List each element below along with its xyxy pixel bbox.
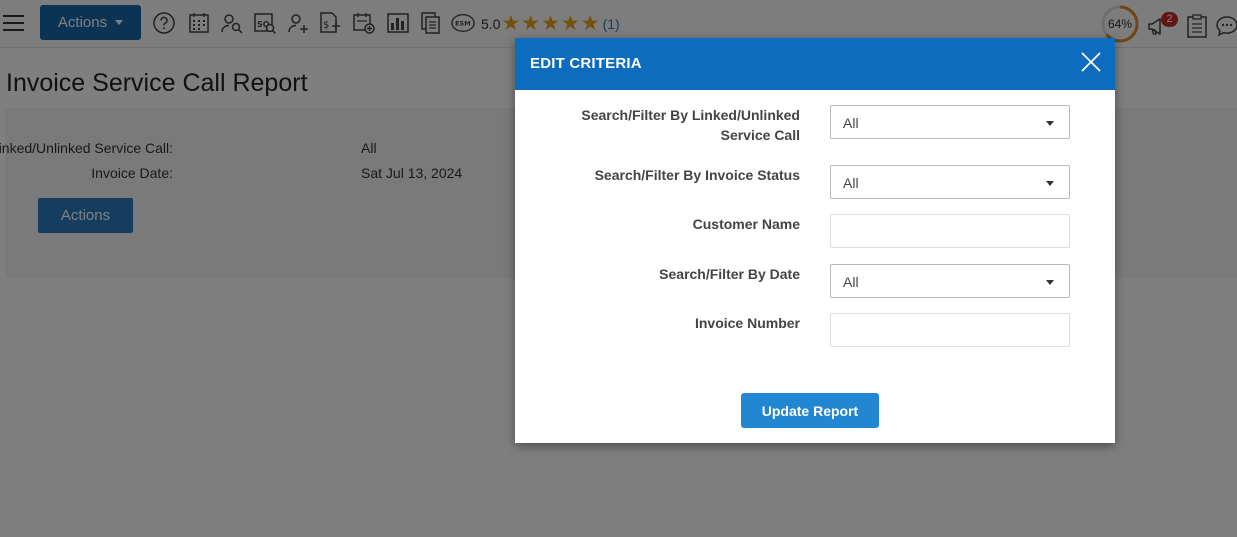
date-filter-select[interactable]: All bbox=[830, 264, 1070, 298]
chevron-down-icon bbox=[1046, 181, 1054, 186]
customer-name-label: Customer Name bbox=[692, 216, 800, 232]
status-filter-label: Search/Filter By Invoice Status bbox=[594, 167, 800, 183]
date-filter-value: All bbox=[843, 274, 859, 290]
dialog-title: EDIT CRITERIA bbox=[530, 55, 642, 72]
edit-criteria-dialog: EDIT CRITERIA Search/Filter By Linked/Un… bbox=[515, 38, 1115, 443]
close-icon[interactable] bbox=[1080, 51, 1102, 73]
linked-filter-value: All bbox=[843, 115, 859, 131]
invoice-number-input[interactable] bbox=[830, 313, 1070, 347]
invoice-number-label: Invoice Number bbox=[694, 315, 800, 331]
status-filter-value: All bbox=[843, 175, 859, 191]
dialog-header: EDIT CRITERIA bbox=[515, 38, 1115, 90]
update-report-button[interactable]: Update Report bbox=[741, 393, 879, 428]
date-filter-label: Search/Filter By Date bbox=[659, 266, 800, 282]
chevron-down-icon bbox=[1046, 121, 1054, 126]
linked-filter-select[interactable]: All bbox=[830, 105, 1070, 139]
status-filter-select[interactable]: All bbox=[830, 165, 1070, 199]
chevron-down-icon bbox=[1046, 280, 1054, 285]
linked-filter-label: Search/Filter By Linked/Unlinked Service… bbox=[581, 107, 800, 143]
customer-name-input[interactable] bbox=[830, 214, 1070, 248]
